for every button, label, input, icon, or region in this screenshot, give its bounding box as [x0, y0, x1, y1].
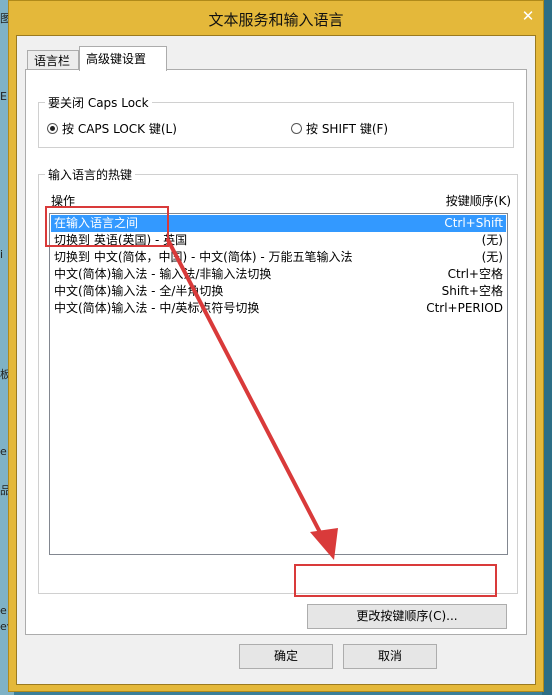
list-item-key: Shift+空格 — [441, 284, 503, 298]
radio-caps-lock-key[interactable]: 按 CAPS LOCK 键(L) — [47, 120, 177, 137]
annotation-highlight-box — [294, 564, 497, 597]
list-item[interactable]: 中文(简体)输入法 - 全/半角切换 Shift+空格 — [51, 283, 506, 300]
caps-lock-group: 要关闭 Caps Lock 按 CAPS LOCK 键(L) 按 SHIFT 键… — [38, 94, 514, 148]
annotation-highlight-box — [45, 206, 169, 247]
radio-unchecked-icon[interactable] — [291, 123, 302, 134]
close-icon[interactable]: ✕ — [517, 7, 539, 25]
window-title: 文本服务和输入语言 — [208, 11, 344, 29]
caps-lock-legend: 要关闭 Caps Lock — [45, 94, 152, 111]
list-item-key: (无) — [481, 233, 503, 247]
list-item[interactable]: 中文(简体)输入法 - 输入法/非输入法切换 Ctrl+空格 — [51, 266, 506, 283]
list-item-key: Ctrl+空格 — [447, 267, 503, 281]
advanced-key-settings-panel: 要关闭 Caps Lock 按 CAPS LOCK 键(L) 按 SHIFT 键… — [25, 69, 527, 635]
hotkey-list[interactable]: 在输入语言之间 Ctrl+Shift 切换到 英语(英国) - 英国 (无) 切… — [49, 213, 508, 555]
list-item-key: Ctrl+Shift — [444, 216, 503, 230]
list-item-action: 切换到 中文(简体，中国) - 中文(简体) - 万能五笔输入法 — [54, 250, 353, 264]
column-header-key-sequence: 按键顺序(K) — [445, 194, 511, 208]
radio-shift-key[interactable]: 按 SHIFT 键(F) — [291, 120, 388, 137]
list-item[interactable]: 中文(简体)输入法 - 中/英标点符号切换 Ctrl+PERIOD — [51, 300, 506, 317]
list-item-action: 中文(简体)输入法 - 中/英标点符号切换 — [54, 301, 260, 315]
change-key-sequence-button[interactable]: 更改按键顺序(C)... — [307, 604, 507, 629]
title-bar[interactable]: 文本服务和输入语言 ✕ — [9, 1, 543, 35]
tab-language-bar[interactable]: 语言栏 — [27, 50, 79, 70]
radio-shift-label: 按 SHIFT 键(F) — [306, 122, 389, 136]
list-item-key: Ctrl+PERIOD — [426, 301, 503, 315]
cancel-button[interactable]: 取消 — [343, 644, 437, 669]
ok-button[interactable]: 确定 — [239, 644, 333, 669]
list-item-action: 中文(简体)输入法 - 输入法/非输入法切换 — [54, 267, 272, 281]
radio-checked-icon[interactable] — [47, 123, 58, 134]
radio-caps-lock-label: 按 CAPS LOCK 键(L) — [62, 122, 177, 136]
list-item-action: 中文(简体)输入法 - 全/半角切换 — [54, 284, 224, 298]
tab-advanced-key-settings[interactable]: 高级键设置 — [79, 46, 167, 71]
list-item[interactable]: 切换到 中文(简体，中国) - 中文(简体) - 万能五笔输入法 (无) — [51, 249, 506, 266]
list-item-key: (无) — [481, 250, 503, 264]
hotkeys-legend: 输入语言的热键 — [45, 166, 136, 183]
